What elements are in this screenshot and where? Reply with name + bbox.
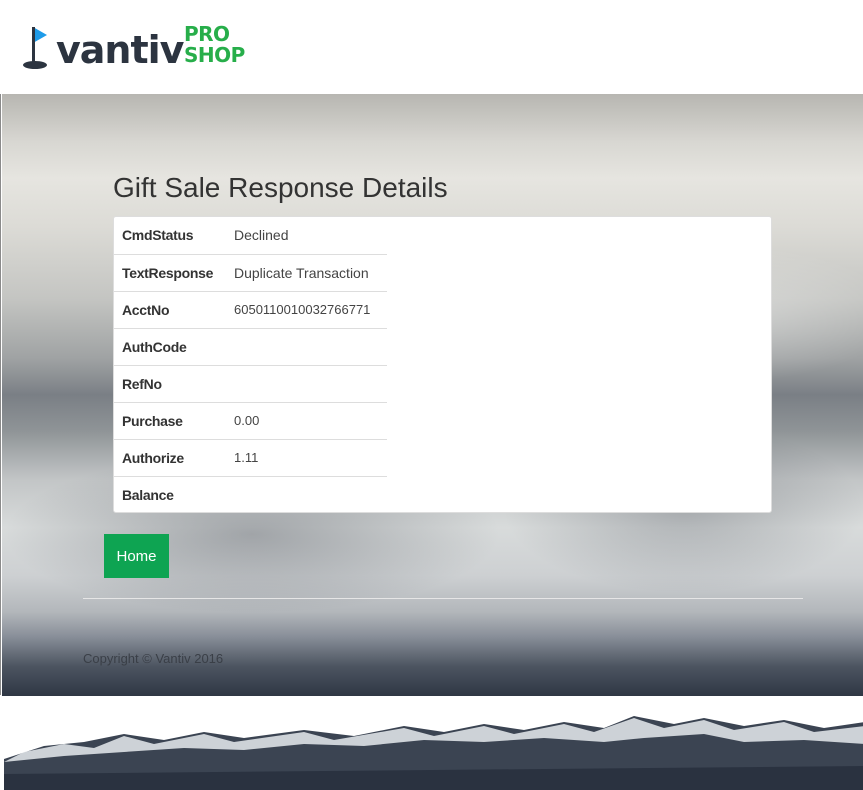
footer-divider <box>83 598 803 599</box>
table-row: RefNo <box>114 364 387 402</box>
field-label-cmdstatus: CmdStatus <box>122 227 194 244</box>
field-value-authcode <box>226 327 387 365</box>
field-value-cmdstatus: Declined <box>234 227 289 244</box>
brand-sub-pro: PRO <box>184 22 230 46</box>
table-row: TextResponse Duplicate Transaction <box>114 253 387 291</box>
field-label-purchase: Purchase <box>114 401 226 439</box>
field-label-textresponse: TextResponse <box>114 253 226 291</box>
table-row: AcctNo 6050110010032766771 <box>114 290 387 328</box>
field-label-refno: RefNo <box>114 364 226 402</box>
field-label-acctno: AcctNo <box>114 290 226 328</box>
table-row: CmdStatus Declined <box>114 217 387 254</box>
field-label-authorize: Authorize <box>114 438 226 476</box>
details-panel: CmdStatus Declined TextResponse Duplicat… <box>113 216 772 513</box>
trademark-symbol: ™ <box>172 55 178 61</box>
field-value-acctno: 6050110010032766771 <box>226 290 387 328</box>
field-label-balance: Balance <box>114 475 226 513</box>
mountain-range <box>4 716 863 790</box>
brand-sub-shop: SHOP <box>184 43 245 67</box>
field-label-authcode: AuthCode <box>114 327 226 365</box>
field-value-textresponse: Duplicate Transaction <box>226 253 387 291</box>
table-row: Authorize 1.11 <box>114 438 387 476</box>
home-button[interactable]: Home <box>104 534 169 578</box>
brand-name: vantiv <box>56 28 184 72</box>
table-row: Balance <box>114 475 387 513</box>
table-row: Purchase 0.00 <box>114 401 387 439</box>
field-value-refno <box>226 364 387 402</box>
table-row: AuthCode <box>114 327 387 365</box>
field-value-purchase: 0.00 <box>226 401 387 439</box>
golf-flag-icon <box>23 27 47 69</box>
details-table: CmdStatus Declined TextResponse Duplicat… <box>114 217 387 513</box>
page-title: Gift Sale Response Details <box>113 172 448 203</box>
site-header: vantiv ™ PRO SHOP <box>0 0 863 94</box>
copyright-text: Copyright © Vantiv 2016 <box>83 651 224 666</box>
field-value-authorize: 1.11 <box>226 438 387 476</box>
field-value-balance <box>226 475 387 513</box>
